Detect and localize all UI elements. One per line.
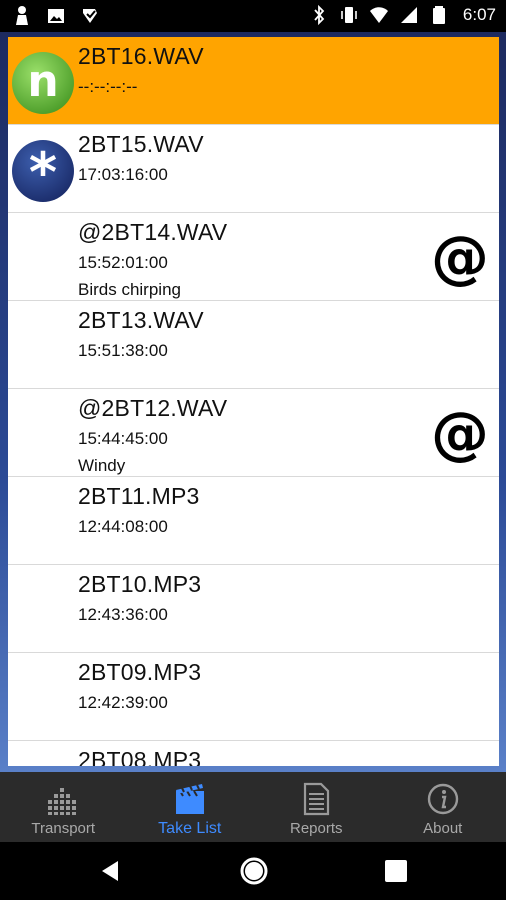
battery-icon — [432, 6, 445, 24]
take-name: 2BT11.MP3 — [78, 483, 200, 509]
document-icon — [304, 782, 330, 816]
take-row[interactable]: * 2BT15.WAV 17:03:16:00 — [8, 125, 499, 213]
take-timecode: 12:43:36:00 — [78, 605, 168, 624]
take-timecode: 15:44:45:00 — [78, 429, 168, 448]
take-timecode: 12:44:08:00 — [78, 517, 168, 536]
take-list[interactable]: n 2BT16.WAV --:--:--:-- * 2BT15.WAV 17:03:16:… — [8, 37, 499, 766]
tab-label: Reports — [289, 820, 343, 837]
cell-signal-icon — [400, 7, 417, 23]
take-row[interactable]: 2BT09.MP3 12:42:39:00 — [8, 653, 499, 741]
take-note: Windy — [78, 456, 126, 475]
chess-pawn-icon — [16, 6, 28, 25]
system-nav-bar — [0, 842, 506, 900]
take-row[interactable]: 2BT13.WAV 15:51:38:00 — [8, 301, 499, 389]
asterisk-take-icon: * — [12, 140, 74, 204]
wifi-icon — [369, 7, 388, 23]
clock: 6:07 — [462, 5, 496, 24]
system-icons: 6:07 — [309, 4, 496, 26]
vibrate-icon — [341, 7, 357, 23]
tab-transport[interactable]: Transport — [0, 772, 127, 842]
tab-label: Transport — [31, 820, 96, 837]
recents-icon[interactable] — [385, 860, 407, 882]
tab-about[interactable]: About — [380, 772, 506, 842]
status-bar: 6:07 — [0, 0, 506, 32]
take-timecode: 15:52:01:00 — [78, 253, 168, 272]
bottom-tab-bar: Transport Take List Reports About — [0, 772, 506, 842]
take-name: 2BT16.WAV — [78, 43, 204, 69]
take-name: 2BT08.MP3 — [78, 747, 202, 766]
at-marker-icon: @ — [431, 399, 489, 467]
at-marker-icon: @ — [431, 223, 489, 291]
take-timecode: 17:03:16:00 — [78, 165, 168, 184]
back-icon[interactable] — [98, 859, 122, 883]
new-take-icon: n — [12, 52, 74, 114]
take-row[interactable]: @2BT12.WAV 15:44:45:00 Windy @ — [8, 389, 499, 477]
bluetooth-icon — [314, 4, 325, 26]
app-background: n 2BT16.WAV --:--:--:-- * 2BT15.WAV 17:03:16:… — [0, 32, 506, 772]
tab-label: Take List — [158, 820, 222, 837]
tab-take-list[interactable]: Take List — [127, 772, 254, 842]
image-icon — [48, 9, 64, 23]
take-row[interactable]: @2BT14.WAV 15:52:01:00 Birds chirping @ — [8, 213, 499, 301]
take-name: 2BT15.WAV — [78, 131, 204, 157]
levels-icon — [48, 788, 77, 815]
download-check-icon — [83, 9, 97, 23]
take-timecode: 15:51:38:00 — [78, 341, 168, 360]
take-row[interactable]: n 2BT16.WAV --:--:--:-- — [8, 37, 499, 125]
tab-label: About — [423, 820, 463, 837]
take-name: @2BT12.WAV — [78, 395, 228, 421]
take-timecode: 12:42:39:00 — [78, 693, 168, 712]
take-name: 2BT09.MP3 — [78, 659, 202, 685]
take-name: 2BT10.MP3 — [78, 571, 202, 597]
take-name: 2BT13.WAV — [78, 307, 204, 333]
clapperboard-icon — [175, 784, 204, 814]
take-row[interactable]: 2BT11.MP3 12:44:08:00 — [8, 477, 499, 565]
take-timecode: --:--:--:-- — [78, 77, 138, 96]
take-note: Birds chirping — [78, 280, 181, 299]
asterisk-glyph: * — [28, 141, 58, 204]
take-name: @2BT14.WAV — [78, 219, 228, 245]
notification-icons — [12, 5, 100, 27]
info-icon — [427, 783, 458, 815]
tab-reports[interactable]: Reports — [253, 772, 380, 842]
take-row[interactable]: 2BT10.MP3 12:43:36:00 — [8, 565, 499, 653]
take-row[interactable]: 2BT08.MP3 — [8, 741, 499, 766]
home-icon[interactable] — [239, 856, 269, 886]
